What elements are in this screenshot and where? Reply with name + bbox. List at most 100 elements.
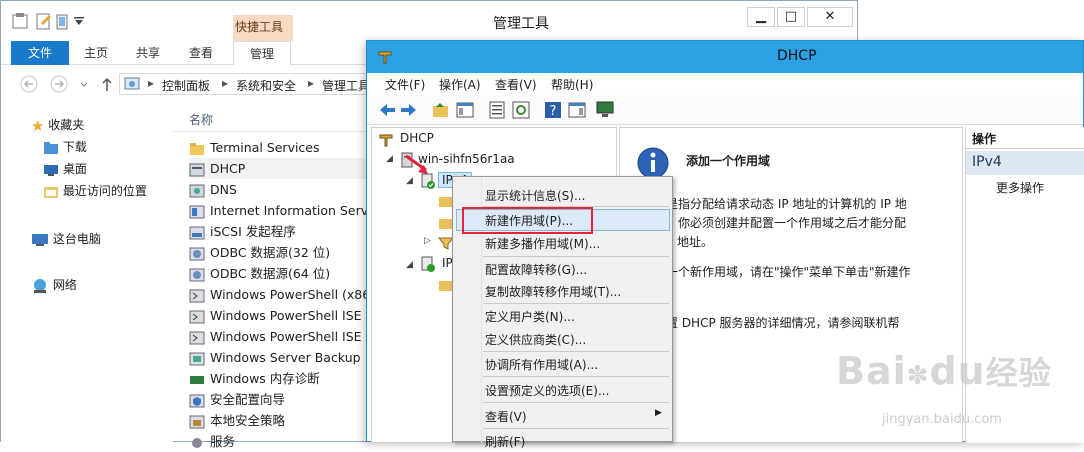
tab-view[interactable]: 查看	[177, 41, 225, 65]
menu-view[interactable]: 查看(V)	[495, 76, 537, 93]
file-item[interactable]: DHCP	[189, 158, 369, 179]
menu-separator	[483, 303, 669, 304]
local-security-policy-icon	[189, 415, 205, 428]
more-actions-link[interactable]: 更多操作	[996, 179, 1044, 196]
nav-item-desktop[interactable]: 桌面	[43, 159, 87, 179]
quick-access-toolbar[interactable]	[11, 13, 91, 31]
dhcp-root-icon	[379, 134, 393, 147]
file-item[interactable]: Internet Information Service	[189, 200, 386, 221]
tab-file[interactable]: 文件	[11, 41, 69, 65]
actions-pane: 操作 IPv4 更多操作	[965, 127, 1084, 443]
powershell-ise-icon	[189, 310, 205, 323]
tab-home[interactable]: 主页	[73, 41, 119, 65]
menu-item-view[interactable]: 查看(V)	[485, 408, 527, 425]
svg-text:?: ?	[550, 104, 557, 119]
file-item[interactable]: Windows Server Backup	[189, 347, 361, 368]
header-divider	[173, 131, 373, 132]
forward-arrow-icon[interactable]	[399, 100, 419, 120]
menu-help[interactable]: 帮助(H)	[551, 76, 593, 93]
breadcrumb-item[interactable]: 管理工具	[322, 77, 370, 94]
back-arrow-icon[interactable]	[377, 100, 397, 120]
iscsi-icon	[189, 226, 205, 239]
expand-arrow-icon[interactable]: ◢	[386, 154, 393, 164]
up-folder-icon[interactable]	[431, 100, 451, 120]
tree-root-dhcp[interactable]: DHCP	[400, 131, 434, 145]
menu-item-new-multicast-scope[interactable]: 新建多播作用域(M)...	[485, 235, 600, 252]
file-item[interactable]: DNS	[189, 179, 237, 200]
dhcp-icon	[189, 163, 205, 176]
odbc-icon	[189, 268, 205, 281]
breadcrumb-item[interactable]: 控制面板	[162, 77, 210, 94]
nav-item-network[interactable]: 网络	[31, 275, 77, 295]
menu-action[interactable]: 操作(A)	[439, 76, 481, 93]
nav-item-recent[interactable]: 最近访问的位置	[43, 181, 147, 201]
column-header-name[interactable]: 名称	[189, 111, 213, 128]
maximize-button[interactable]: □	[777, 7, 805, 27]
file-item[interactable]: Windows PowerShell ISE (x	[189, 305, 378, 326]
help-icon[interactable]: ?	[543, 100, 563, 120]
actions-section-ipv4[interactable]: IPv4	[966, 151, 1084, 175]
powershell-ise-icon	[189, 331, 205, 344]
show-hide-tree-icon[interactable]	[455, 100, 475, 120]
breadcrumb-separator-icon: ▸	[222, 76, 229, 90]
refresh-icon[interactable]	[511, 100, 531, 120]
menu-item-reconcile-all-scopes[interactable]: 协调所有作用域(A)...	[485, 356, 598, 373]
file-item[interactable]: ODBC 数据源(32 位)	[189, 242, 330, 263]
powershell-icon	[189, 289, 205, 302]
menu-item-show-statistics[interactable]: 显示统计信息(S)...	[485, 187, 585, 204]
menu-file[interactable]: 文件(F)	[385, 76, 425, 93]
menu-item-set-predefined-options[interactable]: 设置预定义的选项(E)...	[485, 382, 609, 399]
file-item[interactable]: iSCSI 发起程序	[189, 221, 296, 242]
red-arrow-annotation	[405, 154, 428, 174]
menu-separator	[483, 376, 669, 377]
file-item[interactable]: Windows 内存诊断	[189, 368, 320, 389]
menu-item-configure-failover[interactable]: 配置故障转移(G)...	[485, 261, 587, 278]
red-highlight-box	[462, 207, 593, 234]
star-icon: ★	[31, 116, 45, 135]
baidu-watermark: Bai✽du经验	[836, 349, 1052, 393]
services-icon	[192, 437, 202, 448]
menu-item-replicate-failover-scopes[interactable]: 复制故障转移作用域(T)...	[485, 283, 621, 300]
memory-diagnostic-icon	[190, 375, 204, 384]
tree-server[interactable]: win-sihfn56r1aa	[418, 152, 515, 166]
menu-item-define-vendor-classes[interactable]: 定义供应商类(C)...	[485, 331, 586, 348]
navigation-buttons[interactable]	[19, 75, 114, 95]
download-folder-icon	[44, 141, 58, 154]
minimize-button[interactable]: ▁	[747, 7, 775, 27]
menu-item-define-user-classes[interactable]: 定义用户类(N)...	[485, 308, 575, 325]
desktop-icon	[44, 164, 58, 176]
dhcp-toolbar: ?	[367, 95, 1083, 125]
explorer-window-title: 管理工具	[493, 16, 549, 32]
iis-icon	[189, 205, 205, 218]
ipv6-icon	[421, 256, 435, 272]
tab-share[interactable]: 共享	[125, 41, 171, 65]
info-paragraph: 置 DHCP 服务器的详细情况，请参阅联机帮	[666, 316, 900, 330]
collapsed-arrow-icon[interactable]: ▷	[424, 236, 431, 246]
properties-icon[interactable]	[487, 100, 507, 120]
expand-arrow-icon[interactable]: ◢	[406, 260, 413, 270]
file-item[interactable]: 本地安全策略	[189, 410, 285, 431]
dhcp-window-title: DHCP	[777, 48, 817, 64]
file-item[interactable]: Windows PowerShell ISE	[189, 326, 362, 347]
close-button[interactable]: ✕	[807, 7, 853, 27]
breadcrumb-item[interactable]: 系统和安全	[236, 77, 296, 94]
control-panel-icon	[124, 77, 140, 90]
expand-arrow-icon[interactable]: ◢	[406, 176, 413, 186]
explorer-titlebar: 快捷工具 管理工具 ▁ □ ✕	[1, 1, 857, 41]
nav-item-this-pc[interactable]: 这台电脑	[31, 229, 101, 249]
file-item[interactable]: ODBC 数据源(64 位)	[189, 263, 330, 284]
file-item[interactable]: Terminal Services	[189, 137, 320, 158]
tab-manage[interactable]: 管理	[233, 41, 291, 65]
nav-item-downloads[interactable]: 下载	[43, 137, 87, 157]
odbc-icon	[189, 247, 205, 260]
file-item[interactable]: 安全配置向导	[189, 389, 285, 410]
action-pane-icon[interactable]	[567, 100, 587, 120]
dhcp-menubar: 文件(F) 操作(A) 查看(V) 帮助(H)	[367, 73, 1083, 95]
computer-icon	[32, 233, 48, 246]
dhcp-app-icon	[378, 51, 392, 64]
folder-icon	[190, 142, 204, 155]
file-item[interactable]: Windows PowerShell (x86)	[189, 284, 375, 305]
paw-icon: ✽	[906, 361, 930, 391]
monitor-icon[interactable]	[595, 100, 615, 120]
nav-item-favorites[interactable]: ★ 收藏夹	[31, 115, 84, 135]
